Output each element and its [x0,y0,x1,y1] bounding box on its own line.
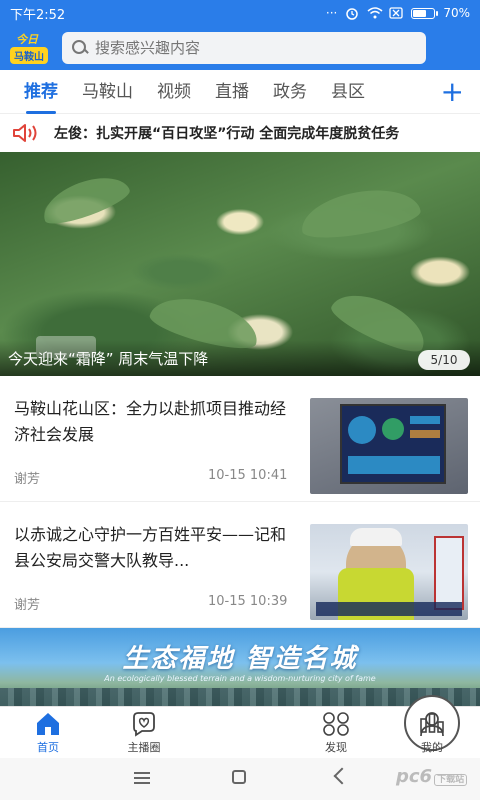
sim-disabled-icon [389,7,403,19]
nav-home[interactable]: 首页 [0,707,96,759]
tab-government[interactable]: 政务 [273,70,307,114]
banner-subtitle: An ecologically blessed terrain and a wi… [104,674,376,683]
hero-carousel[interactable]: 今天迎来“霜降” 周末气温下降 5/10 [0,152,480,376]
alarm-icon [345,7,359,20]
screen-chart [382,418,404,440]
nav-anchor-circle[interactable]: 主播圈 [96,707,192,759]
home-icon [34,711,62,737]
ticker-text: 左俊：扎实开展“百日攻坚”行动 全面完成年度脱贫任务 [54,126,400,142]
status-bar: 下午2:52 ··· 70% [0,0,480,26]
news-item[interactable]: 马鞍山花山区：全力以赴抓项目推动经济社会发展 谢芳 10-15 10:41 [0,378,480,502]
banner-title: 生态福地 智造名城 [122,644,358,674]
nav-discover[interactable]: 发现 [288,707,384,759]
banner-skyline [0,688,480,706]
news-time: 10-15 10:39 [208,594,288,609]
screen-chart [348,416,376,444]
nav-center[interactable] [192,695,460,759]
screen-map [348,456,440,474]
news-ticker[interactable]: 左俊：扎实开展“百日攻坚”行动 全面完成年度脱贫任务 [0,114,480,152]
news-thumbnail [310,524,468,620]
logo-top-text: 今日 [16,33,38,46]
heart-chat-icon [130,711,158,737]
bottom-nav: 首页 主播圈 发现 我的 [0,695,480,759]
watermark-small: 下载站 [434,774,468,786]
nav-profile-label: 我的 [421,741,443,754]
news-time: 10-15 10:41 [208,468,288,483]
watermark: pc6 下载站 [396,766,468,787]
leaf-shape [36,167,134,231]
discover-icon [322,711,350,737]
news-title: 以赤诚之心守护一方百姓平安——记和县公安局交警大队教导... [14,525,287,570]
news-title: 马鞍山花山区：全力以赴抓项目推动经济社会发展 [14,399,287,444]
thumbnail-screen [340,404,446,484]
battery-icon [411,7,439,19]
hero-caption: 今天迎来“霜降” 周末气温下降 [0,340,480,376]
back-icon[interactable] [333,767,351,785]
tab-county[interactable]: 县区 [331,70,365,114]
app-logo[interactable]: 今日 马鞍山 [8,31,56,65]
news-author: 谢芳 [14,472,41,487]
promo-banner[interactable]: 生态福地 智造名城 An ecologically blessed terrai… [0,628,480,706]
news-thumbnail [310,398,468,494]
nav-anchor-circle-label: 主播圈 [127,741,161,754]
user-icon [418,711,446,737]
watermark-text: pc6 [396,766,433,787]
home-square-icon[interactable] [232,770,246,784]
search-icon [72,40,87,56]
add-channel-button[interactable]: + [441,76,464,108]
more-dots: ··· [325,6,338,20]
search-bar[interactable] [62,32,426,64]
tab-maanshan[interactable]: 马鞍山 [82,70,133,114]
nav-discover-label: 发现 [325,741,347,754]
status-icons: ··· 70% [326,6,470,20]
battery-percent: 70% [443,6,470,20]
nav-profile[interactable]: 我的 [384,707,480,759]
channel-tabs: 推荐 马鞍山 视频 直播 政务 县区 + [0,70,480,114]
search-input[interactable] [94,39,416,57]
news-item[interactable]: 以赤诚之心守护一方百姓平安——记和县公安局交警大队教导... 谢芳 10-15 … [0,504,480,628]
logo-bottom-text: 马鞍山 [10,47,48,64]
nav-home-label: 首页 [37,741,59,754]
wifi-icon [367,7,383,19]
thumbnail-booth [434,536,464,610]
leaf-shape [297,181,423,245]
carousel-page-badge: 5/10 [418,350,470,370]
tab-live[interactable]: 直播 [215,70,249,114]
thumbnail-caption-bar [316,602,462,616]
thumbnail-cap [350,528,402,546]
status-time: 下午2:52 [10,7,66,23]
menu-icon[interactable] [134,772,150,784]
speaker-icon [12,123,40,143]
app-header: 今日 马鞍山 [0,26,480,70]
news-author: 谢芳 [14,598,41,613]
tab-video[interactable]: 视频 [157,70,191,114]
screen-bar [410,430,440,438]
screen-bar [410,416,440,424]
tab-recommend[interactable]: 推荐 [24,70,58,114]
